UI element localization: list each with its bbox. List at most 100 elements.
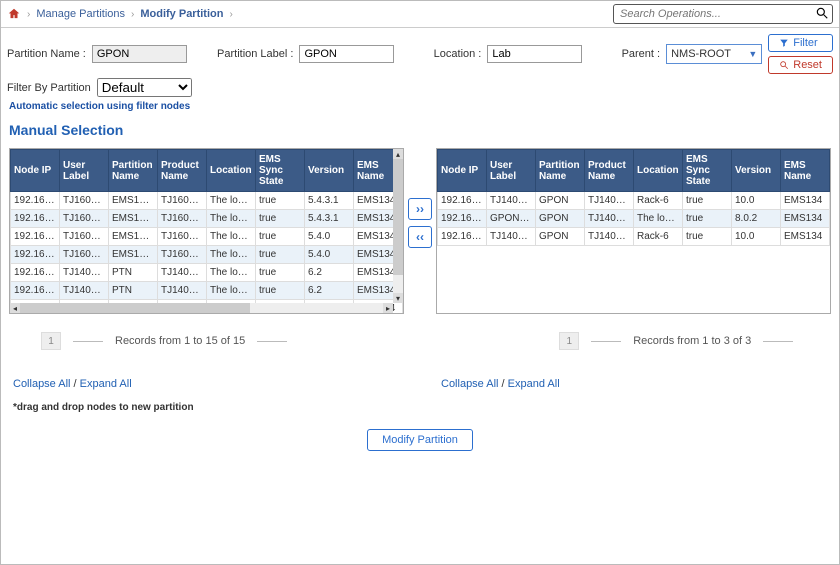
pager-left-text: Records from 1 to 15 of 15 (115, 335, 245, 347)
scroll-thumb-v[interactable] (393, 159, 403, 275)
table-cell: 192.168.108 (11, 264, 60, 282)
page-number-right[interactable]: 1 (559, 332, 579, 350)
table-cell: 5.4.3.1 (305, 192, 354, 210)
expand-all-left[interactable]: Expand All (80, 378, 132, 390)
modify-partition-button[interactable]: Modify Partition (367, 429, 473, 451)
column-header[interactable]: Partition Name (536, 150, 585, 192)
table-row[interactable]: 192.168.108TJ1400-1_11GPONTJ1400-1Rack-6… (438, 228, 830, 246)
breadcrumb-manage[interactable]: Manage Partitions (36, 8, 125, 20)
collapse-all-right[interactable]: Collapse All (441, 378, 498, 390)
table-cell: true (683, 228, 732, 246)
table-cell: The location (207, 282, 256, 300)
partition-name-input (92, 45, 187, 63)
table-cell: TJ1600_MOD (158, 246, 207, 264)
location-input[interactable] (487, 45, 582, 63)
section-title: Manual Selection (1, 116, 839, 144)
table-cell: 192.168.107 (11, 246, 60, 264)
breadcrumb-modify[interactable]: Modify Partition (140, 8, 223, 20)
collapse-all-left[interactable]: Collapse All (13, 378, 70, 390)
column-header[interactable]: User Label (60, 150, 109, 192)
table-cell: 192.168.108 (11, 282, 60, 300)
table-cell: TJ14000LT (585, 210, 634, 228)
pager-divider (591, 341, 621, 342)
table-cell: 10.0 (732, 228, 781, 246)
table-cell: Rack-6 (634, 192, 683, 210)
table-row[interactable]: 192.168.108TJ1400P_72PTNTJ1400P-DThe loc… (11, 282, 403, 300)
table-cell: TJ1400P_72 (60, 282, 109, 300)
filter-button-label: Filter (793, 37, 817, 49)
column-header[interactable]: Location (634, 150, 683, 192)
selected-table-wrap[interactable]: Node IPUser LabelPartition NameProduct N… (436, 148, 831, 314)
filter-button[interactable]: Filter (768, 34, 833, 52)
table-cell: TJ1400-1_11 (487, 228, 536, 246)
table-cell: GPON (536, 210, 585, 228)
column-header[interactable]: Product Name (158, 150, 207, 192)
table-cell: The location (207, 264, 256, 282)
table-cell: The location (207, 246, 256, 264)
move-right-button[interactable]: ›› (408, 198, 432, 220)
table-cell: GPON-111 (487, 210, 536, 228)
table-row[interactable]: 192.168.107TJ1600_65_IEMS134-DefTJ1600_M… (11, 210, 403, 228)
table-cell: 6.2 (305, 282, 354, 300)
table-cell: TJ1400P-D (158, 282, 207, 300)
table-cell: The location (207, 192, 256, 210)
scroll-left-icon[interactable]: ◂ (10, 303, 20, 313)
column-header[interactable]: EMS Sync State (683, 150, 732, 192)
table-row[interactable]: 192.168.108TJ1400P_71PTNTJ1400P-DThe loc… (11, 264, 403, 282)
table-row[interactable]: 192.168.108TJ1400-1_11GPONTJ1400-1Rack-6… (438, 192, 830, 210)
reset-button[interactable]: Reset (768, 56, 833, 74)
table-cell: TJ1600_64 (60, 192, 109, 210)
column-header[interactable]: Location (207, 150, 256, 192)
table-row[interactable]: 192.168.106GPON-111GPONTJ14000LTThe loca… (438, 210, 830, 228)
chevron-right-icon: › (131, 9, 134, 20)
parent-label: Parent : (622, 48, 661, 60)
table-row[interactable]: 192.168.107TJ1600_64EMS134-DefTJ1600_MOD… (11, 192, 403, 210)
partition-label-input[interactable] (299, 45, 394, 63)
table-cell: TJ1400-1 (585, 228, 634, 246)
home-icon[interactable] (7, 7, 21, 21)
column-header[interactable]: EMS Sync State (256, 150, 305, 192)
search-input[interactable] (613, 4, 833, 24)
pager-divider (257, 341, 287, 342)
parent-select[interactable]: NMS-ROOT ▼ (666, 44, 762, 64)
selected-table: Node IPUser LabelPartition NameProduct N… (437, 149, 830, 246)
column-header[interactable]: User Label (487, 150, 536, 192)
column-header[interactable]: Product Name (585, 150, 634, 192)
table-cell: 10.0 (732, 192, 781, 210)
autoselect-link[interactable]: Automatic selection using filter nodes (1, 99, 839, 116)
column-header[interactable]: Node IP (438, 150, 487, 192)
expand-all-right[interactable]: Expand All (508, 378, 560, 390)
available-table-wrap[interactable]: Node IPUser LabelPartition NameProduct N… (9, 148, 404, 314)
table-cell: 8.0.2 (732, 210, 781, 228)
scroll-down-icon[interactable]: ▾ (393, 293, 403, 303)
table-cell: true (256, 246, 305, 264)
parent-select-value: NMS-ROOT (671, 48, 731, 60)
filter-by-select[interactable]: Default (97, 78, 192, 97)
search-icon[interactable] (815, 6, 829, 23)
table-cell: TJ1600-6-66 (60, 246, 109, 264)
scroll-thumb-h[interactable] (20, 303, 250, 313)
table-row[interactable]: 192.168.107TJ1600-6-66EMS134-DefTJ1600_M… (11, 246, 403, 264)
partition-name-label: Partition Name : (7, 48, 86, 60)
column-header[interactable]: Version (732, 150, 781, 192)
move-left-button[interactable]: ‹‹ (408, 226, 432, 248)
column-header[interactable]: Version (305, 150, 354, 192)
table-cell: 192.168.106 (438, 210, 487, 228)
table-cell: EMS134 (781, 210, 830, 228)
table-cell: true (683, 210, 732, 228)
column-header[interactable]: EMS Name (781, 150, 830, 192)
pager-divider (763, 341, 793, 342)
scrollbar-horizontal[interactable]: ◂ ▸ (10, 303, 393, 313)
table-cell: 6.2 (305, 264, 354, 282)
table-cell: 5.4.0 (305, 228, 354, 246)
scrollbar-vertical[interactable]: ▴ ▾ (393, 149, 403, 303)
scroll-up-icon[interactable]: ▴ (393, 149, 403, 159)
table-cell: TJ1600_MOD (158, 210, 207, 228)
page-number-left[interactable]: 1 (41, 332, 61, 350)
table-cell: GPON (536, 192, 585, 210)
reset-button-label: Reset (793, 59, 822, 71)
column-header[interactable]: Node IP (11, 150, 60, 192)
table-row[interactable]: 192.168.107TJ1600_63EMS134-DefTJ1600_MOD… (11, 228, 403, 246)
scroll-right-icon[interactable]: ▸ (383, 303, 393, 313)
column-header[interactable]: Partition Name (109, 150, 158, 192)
